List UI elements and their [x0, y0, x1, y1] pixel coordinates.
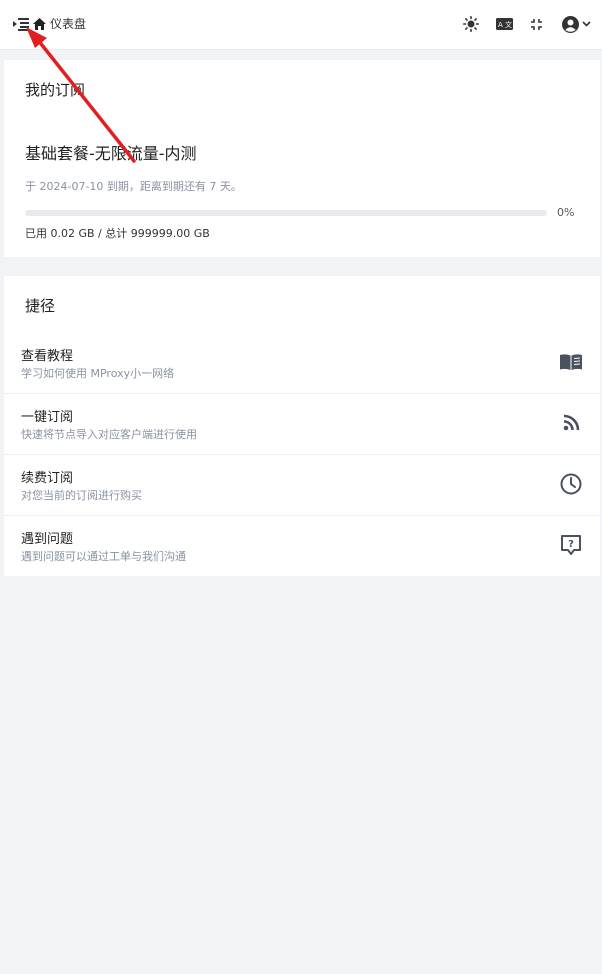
shortcuts-card: 捷径 查看教程 学习如何使用 MProxy小一网络 一键订阅 快速将节点导入对应…	[4, 276, 600, 576]
rss-icon	[563, 414, 580, 431]
help-message-icon: ?	[561, 535, 581, 555]
top-header: 仪表盘 A文	[0, 0, 602, 50]
shortcut-tutorial[interactable]: 查看教程 学习如何使用 MProxy小一网络	[4, 333, 600, 393]
plan-name: 基础套餐-无限流量-内测	[25, 144, 197, 163]
card-title: 捷径	[25, 297, 56, 315]
card-title: 我的订阅	[25, 81, 86, 99]
clock-icon	[560, 473, 582, 495]
menu-toggle-icon[interactable]	[12, 14, 30, 34]
user-avatar-icon	[561, 15, 579, 33]
sun-icon[interactable]	[462, 14, 480, 34]
book-icon	[560, 354, 582, 370]
shortcut-title: 一键订阅	[21, 410, 74, 425]
shortcut-title: 续费订阅	[21, 471, 74, 486]
svg-text:?: ?	[568, 539, 574, 550]
svg-text:A: A	[498, 21, 503, 29]
shortcut-help[interactable]: 遇到问题 遇到问题可以通过工单与我们沟通 ?	[4, 515, 600, 576]
expire-text: 于 2024-07-10 到期，距离到期还有 7 天。	[25, 180, 242, 193]
home-icon	[33, 17, 46, 30]
fullscreen-icon[interactable]	[527, 14, 545, 34]
shortcut-desc: 学习如何使用 MProxy小一网络	[21, 367, 175, 380]
usage-progress-bar	[25, 210, 547, 216]
translate-icon[interactable]: A文	[494, 14, 514, 34]
svg-text:文: 文	[505, 20, 512, 29]
usage-text: 已用 0.02 GB / 总计 999999.00 GB	[25, 227, 210, 240]
subscription-card: 我的订阅 基础套餐-无限流量-内测 于 2024-07-10 到期，距离到期还有…	[4, 60, 600, 257]
breadcrumb[interactable]: 仪表盘	[33, 15, 86, 32]
shortcut-renew-subscription[interactable]: 续费订阅 对您当前的订阅进行购买	[4, 454, 600, 515]
user-menu[interactable]	[559, 14, 593, 34]
shortcut-title: 遇到问题	[21, 532, 74, 547]
shortcut-desc: 遇到问题可以通过工单与我们沟通	[21, 550, 186, 563]
chevron-down-icon	[581, 21, 591, 27]
shortcut-title: 查看教程	[21, 349, 74, 364]
shortcut-desc: 快速将节点导入对应客户端进行使用	[21, 428, 197, 441]
shortcut-one-click-subscribe[interactable]: 一键订阅 快速将节点导入对应客户端进行使用	[4, 393, 600, 454]
shortcut-desc: 对您当前的订阅进行购买	[21, 489, 142, 502]
usage-percent: 0%	[557, 206, 575, 219]
breadcrumb-label: 仪表盘	[50, 17, 87, 31]
